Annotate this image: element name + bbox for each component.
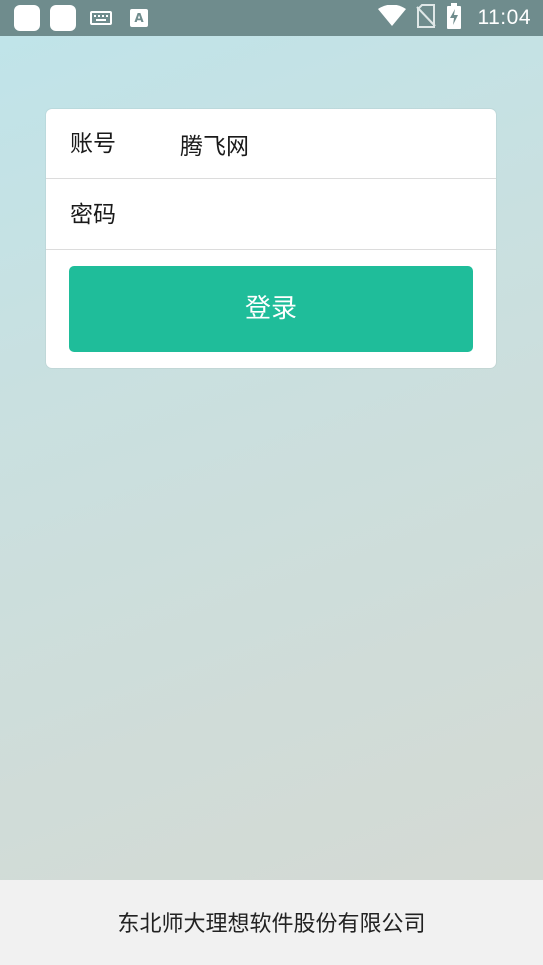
status-bar: A 11:04 [0,0,543,36]
battery-charging-icon [446,3,462,33]
login-button[interactable]: 登录 [69,266,473,352]
wifi-icon [377,4,406,31]
account-label: 账号 [70,131,116,157]
status-bar-system: 11:04 [377,3,532,33]
login-card: 账号 密码 登录 [46,109,496,368]
password-row: 密码 [46,180,496,250]
account-row: 账号 [46,109,496,179]
keyboard-icon [90,11,112,25]
password-label: 密码 [70,202,116,228]
status-bar-notifications: A [14,5,148,31]
app-notification-icon [14,5,40,31]
text-a-icon: A [130,9,148,27]
company-name: 东北师大理想软件股份有限公司 [117,912,426,937]
no-sim-icon [415,4,436,32]
footer: 东北师大理想软件股份有限公司 [0,880,543,965]
status-time: 11:04 [477,6,531,29]
app-notification-icon [50,5,76,31]
account-input[interactable] [180,127,480,161]
password-input[interactable] [180,198,480,232]
